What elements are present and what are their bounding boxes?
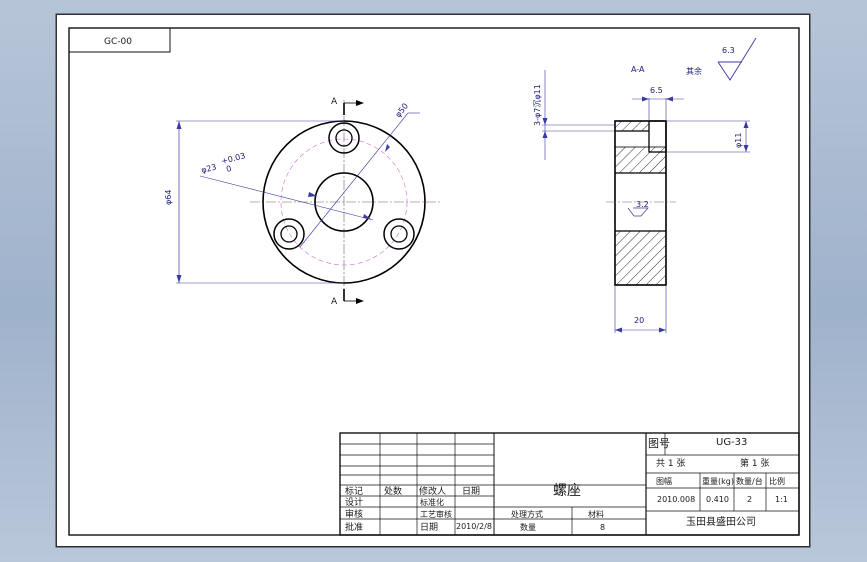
drawing-no-label: 图号 [648, 437, 670, 450]
dim-width-top-text: 6.5 [650, 86, 663, 95]
header-date: 日期 [462, 486, 480, 497]
drawing-code: GC-00 [104, 37, 132, 47]
value-weight: 0.410 [706, 495, 729, 504]
review-label: 审核 [345, 508, 363, 520]
hatch-top-mid [614, 146, 667, 174]
standardize-label: 标准化 [420, 497, 444, 507]
sheets-total: 共 1 张 [656, 458, 685, 469]
roughness-note-label: 其余 [686, 66, 702, 76]
section-mark-bottom: A [331, 289, 364, 307]
part-name: 螺座 [553, 483, 581, 499]
header-modifier: 修改人 [419, 485, 446, 497]
date-label: 日期 [420, 522, 438, 533]
drawing-no-value: UG-33 [716, 437, 747, 448]
material-label: 材料 [588, 509, 604, 519]
drawing-code-box: GC-00 [68, 27, 171, 53]
header-format: 图幅 [656, 476, 672, 486]
process-label: 工艺审核 [420, 509, 452, 519]
drawing-border [68, 27, 800, 536]
date-value: 2010/2/8 [456, 522, 492, 531]
cad-drawing: GC-00 A A φ64 φ23 +0.03 0 φ50 A-A 3.2 6.… [55, 13, 811, 548]
header-mark: 标记 [345, 485, 363, 497]
sheet-frame [55, 13, 811, 548]
quantity-label: 数量 [520, 522, 536, 532]
dim-bore-tol-lower: 0 [225, 164, 232, 174]
dim-bore-text: φ23 [200, 162, 217, 174]
bolt-hole-right [383, 218, 415, 250]
section-label-top: A [331, 97, 338, 107]
sheet-current: 第 1 张 [740, 457, 769, 469]
dim-bore-tol-upper: +0.03 [220, 151, 246, 166]
header-scale: 比例 [769, 476, 785, 486]
processing-label: 处理方式 [511, 509, 543, 519]
value-qty: 2 [747, 495, 752, 504]
hatch-bottom [614, 230, 667, 286]
section-label-bottom: A [331, 297, 338, 307]
section-title: A-A [631, 65, 645, 74]
front-view: A A φ64 φ23 +0.03 0 φ50 [164, 97, 440, 307]
roughness-note-value: 6.3 [722, 46, 735, 55]
dim-outer-text: φ64 [164, 190, 173, 205]
hatch-top-left [614, 120, 650, 132]
dim-counterbore-text: φ11 [734, 133, 743, 148]
dim-bolt-circle-text: φ50 [393, 102, 410, 120]
company-name: 玉田县盛田公司 [686, 515, 756, 528]
dim-bore: φ23 +0.03 0 [199, 151, 374, 221]
roughness-inner-text: 3.2 [636, 200, 649, 209]
dim-holes: 3-φ7沉φ11 [533, 70, 615, 160]
header-qty: 数量/台 [736, 476, 763, 486]
header-weight: 重量(kg) [702, 476, 734, 486]
approve-label: 批准 [345, 521, 363, 533]
roughness-inner: 3.2 [627, 200, 649, 217]
section-mark-top: A [331, 97, 364, 115]
bolt-hole-left [273, 218, 305, 250]
design-label: 设计 [345, 496, 363, 508]
dim-counterbore: φ11 [666, 120, 750, 153]
dim-width-bottom: 20 [614, 285, 667, 333]
dim-holes-text: 3-φ7沉φ11 [533, 84, 542, 126]
section-view: A-A 3.2 6.5 3-φ7沉φ11 φ11 20 [533, 65, 750, 333]
dim-width-top: 6.5 [632, 86, 684, 121]
value-scale: 1:1 [775, 495, 788, 504]
dim-width-bottom-text: 20 [634, 316, 644, 325]
quantity-value: 8 [600, 523, 605, 532]
roughness-note: 其余 6.3 [686, 37, 757, 81]
header-count: 处数 [384, 485, 402, 497]
value-format: 2010.008 [657, 495, 695, 504]
